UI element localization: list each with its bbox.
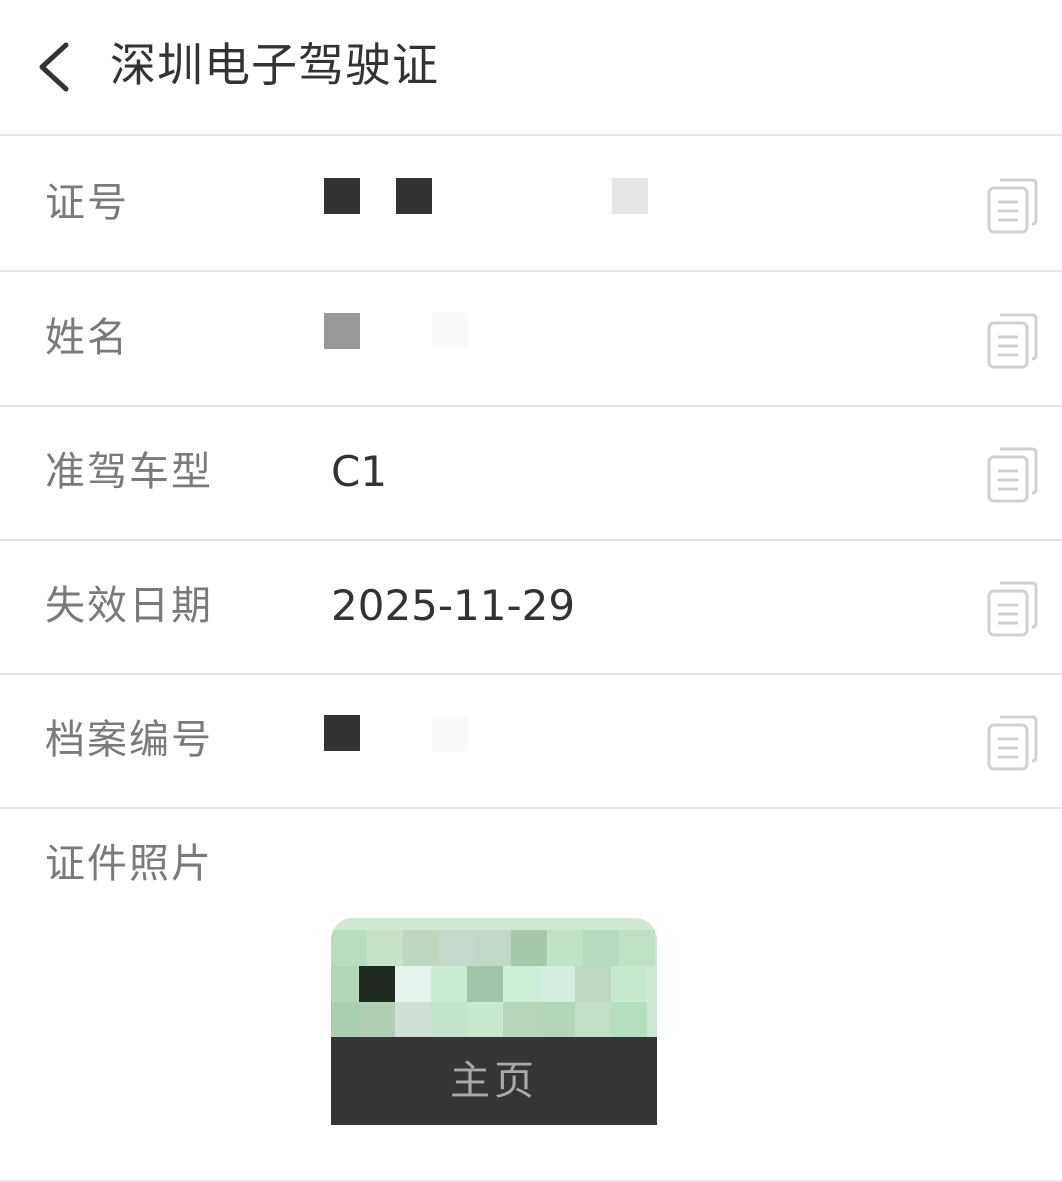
pixel-block xyxy=(331,930,367,966)
info-row-license-number: 证号 xyxy=(0,136,1062,272)
home-button[interactable]: 主页 xyxy=(331,1037,657,1125)
pixel-block xyxy=(395,1002,431,1038)
copy-icon xyxy=(987,313,1038,369)
pixel-block xyxy=(611,1002,647,1038)
redaction-block xyxy=(432,313,468,349)
pixel-block xyxy=(475,930,511,966)
pixel-block xyxy=(431,1002,467,1038)
redaction-block xyxy=(324,313,360,349)
info-row-file-number: 档案编号 xyxy=(0,673,1062,809)
pixel-block xyxy=(403,930,439,966)
redaction-block xyxy=(396,178,432,214)
redaction-block xyxy=(324,715,360,751)
copy-icon xyxy=(987,715,1038,771)
copy-button[interactable] xyxy=(984,445,1040,505)
pixel-block xyxy=(511,930,547,966)
pixel-block xyxy=(503,1002,539,1038)
row-value: 2025-11-29 xyxy=(331,581,576,630)
copy-button[interactable] xyxy=(984,176,1040,236)
pixel-block xyxy=(503,966,539,1002)
pixel-block xyxy=(359,1002,395,1038)
pixel-block xyxy=(367,930,403,966)
info-row-expiry-date: 失效日期 2025-11-29 xyxy=(0,539,1062,675)
pixel-block xyxy=(439,930,475,966)
info-row-name: 姓名 xyxy=(0,271,1062,407)
pixel-block xyxy=(431,966,467,1002)
redaction-block xyxy=(432,715,468,751)
pixel-block xyxy=(619,930,655,966)
chevron-left-icon xyxy=(39,42,69,92)
pixel-block xyxy=(539,966,575,1002)
row-label: 证号 xyxy=(45,180,129,226)
copy-icon xyxy=(987,447,1038,503)
license-photo-thumbnail xyxy=(331,918,657,1038)
row-label: 证件照片 xyxy=(45,841,213,887)
copy-button[interactable] xyxy=(984,579,1040,639)
page-title: 深圳电子驾驶证 xyxy=(110,38,439,92)
redaction-block xyxy=(612,178,648,214)
top-bar: 深圳电子驾驶证 xyxy=(0,0,1062,136)
row-label: 档案编号 xyxy=(45,717,213,763)
back-button[interactable] xyxy=(30,37,82,97)
pixel-block xyxy=(467,966,503,1002)
row-label: 姓名 xyxy=(45,315,129,361)
row-value: C1 xyxy=(331,447,388,496)
info-row-vehicle-class: 准驾车型 C1 xyxy=(0,405,1062,541)
redaction-block xyxy=(324,178,360,214)
row-label: 准驾车型 xyxy=(45,449,213,495)
row-label: 失效日期 xyxy=(45,583,213,629)
pixel-block xyxy=(539,1002,575,1038)
pixel-block xyxy=(359,966,395,1002)
copy-icon xyxy=(987,178,1038,234)
pixel-block xyxy=(395,966,431,1002)
copy-icon xyxy=(987,581,1038,637)
pixel-block xyxy=(467,1002,503,1038)
pixel-block xyxy=(583,930,619,966)
pixel-block xyxy=(547,930,583,966)
pixel-block xyxy=(575,1002,611,1038)
copy-button[interactable] xyxy=(984,713,1040,773)
pixel-block xyxy=(611,966,647,1002)
copy-button[interactable] xyxy=(984,311,1040,371)
pixel-block xyxy=(575,966,611,1002)
license-photo[interactable]: 主页 xyxy=(331,918,657,1125)
